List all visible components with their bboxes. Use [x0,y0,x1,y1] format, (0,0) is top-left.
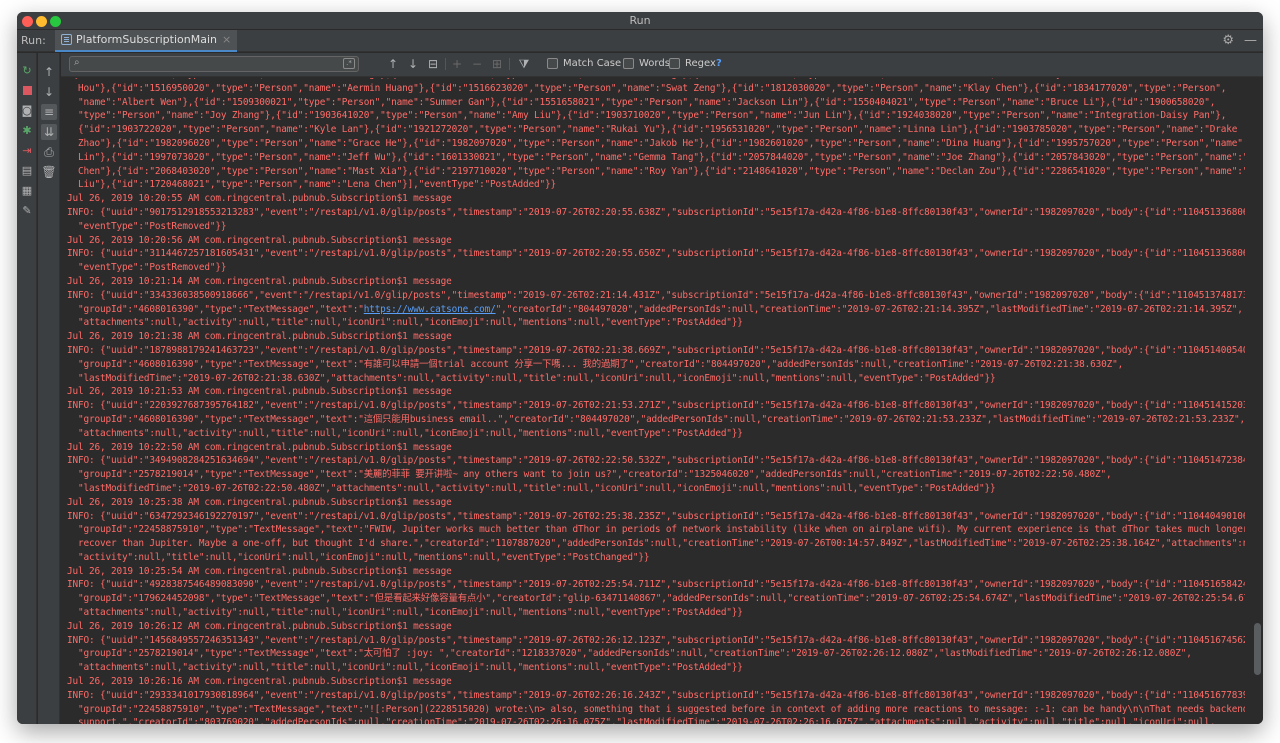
run-sidebar: ↻ ◙ ✱ ⇥ ▤ ▦ ✎ [17,53,37,724]
console-link[interactable]: https://www.catsone.com/ [364,304,496,315]
trash-icon[interactable]: 🗑 [41,164,57,180]
console-line: "groupId":"4608016390","type":"TextMessa… [67,413,1245,425]
camera-icon[interactable]: ◙ [21,105,33,117]
console-line: INFO: {"uuid":"1456849557246351343","eve… [67,634,1245,646]
add-occurrence-icon[interactable]: + [449,56,465,72]
arrow-down-icon[interactable]: ↓ [41,84,57,100]
console-lines: {"id":"1516950020","type":"Person","name… [67,78,1245,724]
console-line: Jul 26, 2019 10:25:54 AM com.ringcentral… [67,565,452,577]
console-line: Jul 26, 2019 10:25:38 AM com.ringcentral… [67,496,452,508]
window-title: Run [629,14,651,27]
regex-label: Regex [685,58,716,69]
console-line: Jul 26, 2019 10:21:53 AM com.ringcentral… [67,386,452,398]
find-bar: ⌕ .* ↑ ↓ ⊟ + − ⊞ ⧩ Match Case Words Rege… [61,53,1263,77]
console-line: Lin"},{"id":"1997073020","type":"Person"… [67,151,1245,163]
console-line: "groupId":"2578219014","type":"TextMessa… [67,648,1192,660]
console-line: Jul 26, 2019 10:26:16 AM com.ringcentral… [67,676,452,688]
run-window: Run Run: PlatformSubscriptionMain × ⚙ — … [17,12,1263,724]
tab-close-button[interactable]: × [222,33,231,46]
console-line: "name":"Albert Wen"},{"id":"1509300021",… [67,96,1216,108]
console-line: "groupId":"4608016390","type":"TextMessa… [67,358,1124,370]
console-line: INFO: {"uuid":"6347292346192270197","eve… [67,510,1245,522]
console-line: INFO: {"uuid":"3494908284251634694","eve… [67,455,1245,467]
previous-occurrence-icon[interactable]: ↑ [385,56,401,72]
tab-label: PlatformSubscriptionMain [76,33,217,46]
console-line: "groupId":"22458875910","type":"TextMess… [67,703,1245,715]
console-line: "lastModifiedTime":"2019-07-26T02:22:50.… [67,482,996,494]
console-output[interactable]: {"id":"1516950020","type":"Person","name… [61,78,1263,724]
help-icon[interactable]: ? [716,58,722,69]
vertical-scrollbar[interactable] [1253,78,1261,722]
console-line: INFO: {"uuid":"3114467257181605431","eve… [67,248,1245,260]
layout-icon[interactable]: ▦ [21,185,33,197]
tab-platform-subscription-main[interactable]: PlatformSubscriptionMain × [55,29,238,52]
console-line: "groupId":"2578219014","type":"TextMessa… [67,469,1112,481]
console-line: "attachments":null,"activity":null,"titl… [67,317,743,329]
words-label: Words [639,58,670,69]
search-field[interactable]: ⌕ .* [69,56,359,72]
console-line: Jul 26, 2019 10:21:14 AM com.ringcentral… [67,275,452,287]
console-line: "activity":null,"title":null,"iconUri":n… [67,551,650,563]
pin-icon[interactable]: ✎ [21,205,33,217]
console-line: "groupId":"22458875910","type":"TextMess… [67,524,1245,536]
console-line: INFO: {"uuid":"334336038500918666","even… [67,289,1245,301]
console-line: INFO: {"uuid":"9017512918553213283","eve… [67,206,1245,218]
filter-icon[interactable]: ⧩ [516,56,532,72]
console-line: Jul 26, 2019 10:21:38 AM com.ringcentral… [67,331,452,343]
console-line: "eventType":"PostRemoved"}} [67,220,227,232]
match-case-label: Match Case [563,58,622,69]
console-line: INFO: {"uuid":"2933341017930818964","eve… [67,689,1245,701]
console-icon [61,34,72,45]
console-line: "attachments":null,"activity":null,"titl… [67,607,743,619]
console-line: "lastModifiedTime":"2019-07-26T02:21:38.… [67,372,996,384]
run-label: Run: [21,34,46,47]
console-line: INFO: {"uuid":"4928387546489083090","eve… [67,579,1245,591]
select-all-occurrences-icon[interactable]: ⊟ [425,56,441,72]
dump-threads-icon[interactable]: ▤ [21,165,33,177]
console-line: "groupId":"179624452098","type":"TextMes… [67,593,1245,605]
words-checkbox[interactable]: Words [623,58,670,69]
regex-checkbox[interactable]: Regex [669,58,716,69]
exit-icon[interactable]: ⇥ [21,145,33,157]
print-icon[interactable]: ⎙ [41,144,57,160]
console-line: "attachments":null,"activity":null,"titl… [67,662,743,674]
console-line: Jul 26, 2019 10:26:12 AM com.ringcentral… [67,620,452,632]
console-line: "attachments":null,"activity":null,"titl… [67,427,743,439]
gear-icon[interactable]: ⚙ [1222,33,1234,49]
console-line: INFO: {"uuid":"1878988179241463723","eve… [67,344,1245,356]
search-icon: ⌕ [74,57,80,68]
console-line: Jul 26, 2019 10:22:50 AM com.ringcentral… [67,441,452,453]
console-line: "groupId":"4608016390","type":"TextMessa… [67,303,1243,315]
regex-toggle-icon[interactable]: .* [343,58,355,69]
console-line: Hou"},{"id":"1516950020","type":"Person"… [67,82,1227,94]
scrollbar-thumb[interactable] [1254,623,1261,675]
console-line: Liu"},{"id":"1720468021","type":"Person"… [67,179,556,191]
next-occurrence-icon[interactable]: ↓ [405,56,421,72]
search-input[interactable] [88,57,328,71]
debug-icon[interactable]: ✱ [21,125,33,137]
console-line: Jul 26, 2019 10:20:56 AM com.ringcentral… [67,234,452,246]
console-line: Zhao"},{"id":"1982096020","type":"Person… [67,137,1245,149]
soft-wrap-icon[interactable]: ≡ [41,104,57,120]
console-line: {"id":"1903722020","type":"Person","name… [67,124,1238,136]
select-occurrences-icon[interactable]: ⊞ [489,56,505,72]
console-line: "type":"Person","name":"Joy Zhang"},{"id… [67,110,1227,122]
remove-occurrence-icon[interactable]: − [469,56,485,72]
console-line: Jul 26, 2019 10:20:55 AM com.ringcentral… [67,193,452,205]
minimize-icon[interactable]: — [1244,33,1257,49]
console-line: recover than Jupiter. Maybe a one-off, b… [67,538,1245,550]
console-line: "eventType":"PostRemoved"}} [67,262,227,274]
console-toolstrip: ↑ ↓ ≡ ⇊ ⎙ 🗑 [38,53,60,724]
match-case-checkbox[interactable]: Match Case [547,58,621,69]
scroll-to-end-icon[interactable]: ⇊ [41,124,57,140]
stop-icon[interactable] [21,85,33,97]
title-bar: Run [17,12,1263,30]
console-line: support.","creatorId":"803769020","added… [67,717,1216,724]
run-toolbar: Run: PlatformSubscriptionMain × ⚙ — [17,29,1263,52]
rerun-icon[interactable]: ↻ [21,65,33,77]
arrow-up-icon[interactable]: ↑ [41,64,57,80]
console-line: Chen"},{"id":"2068403020","type":"Person… [67,165,1245,177]
console-line: INFO: {"uuid":"2203927687395764182","eve… [67,400,1245,412]
